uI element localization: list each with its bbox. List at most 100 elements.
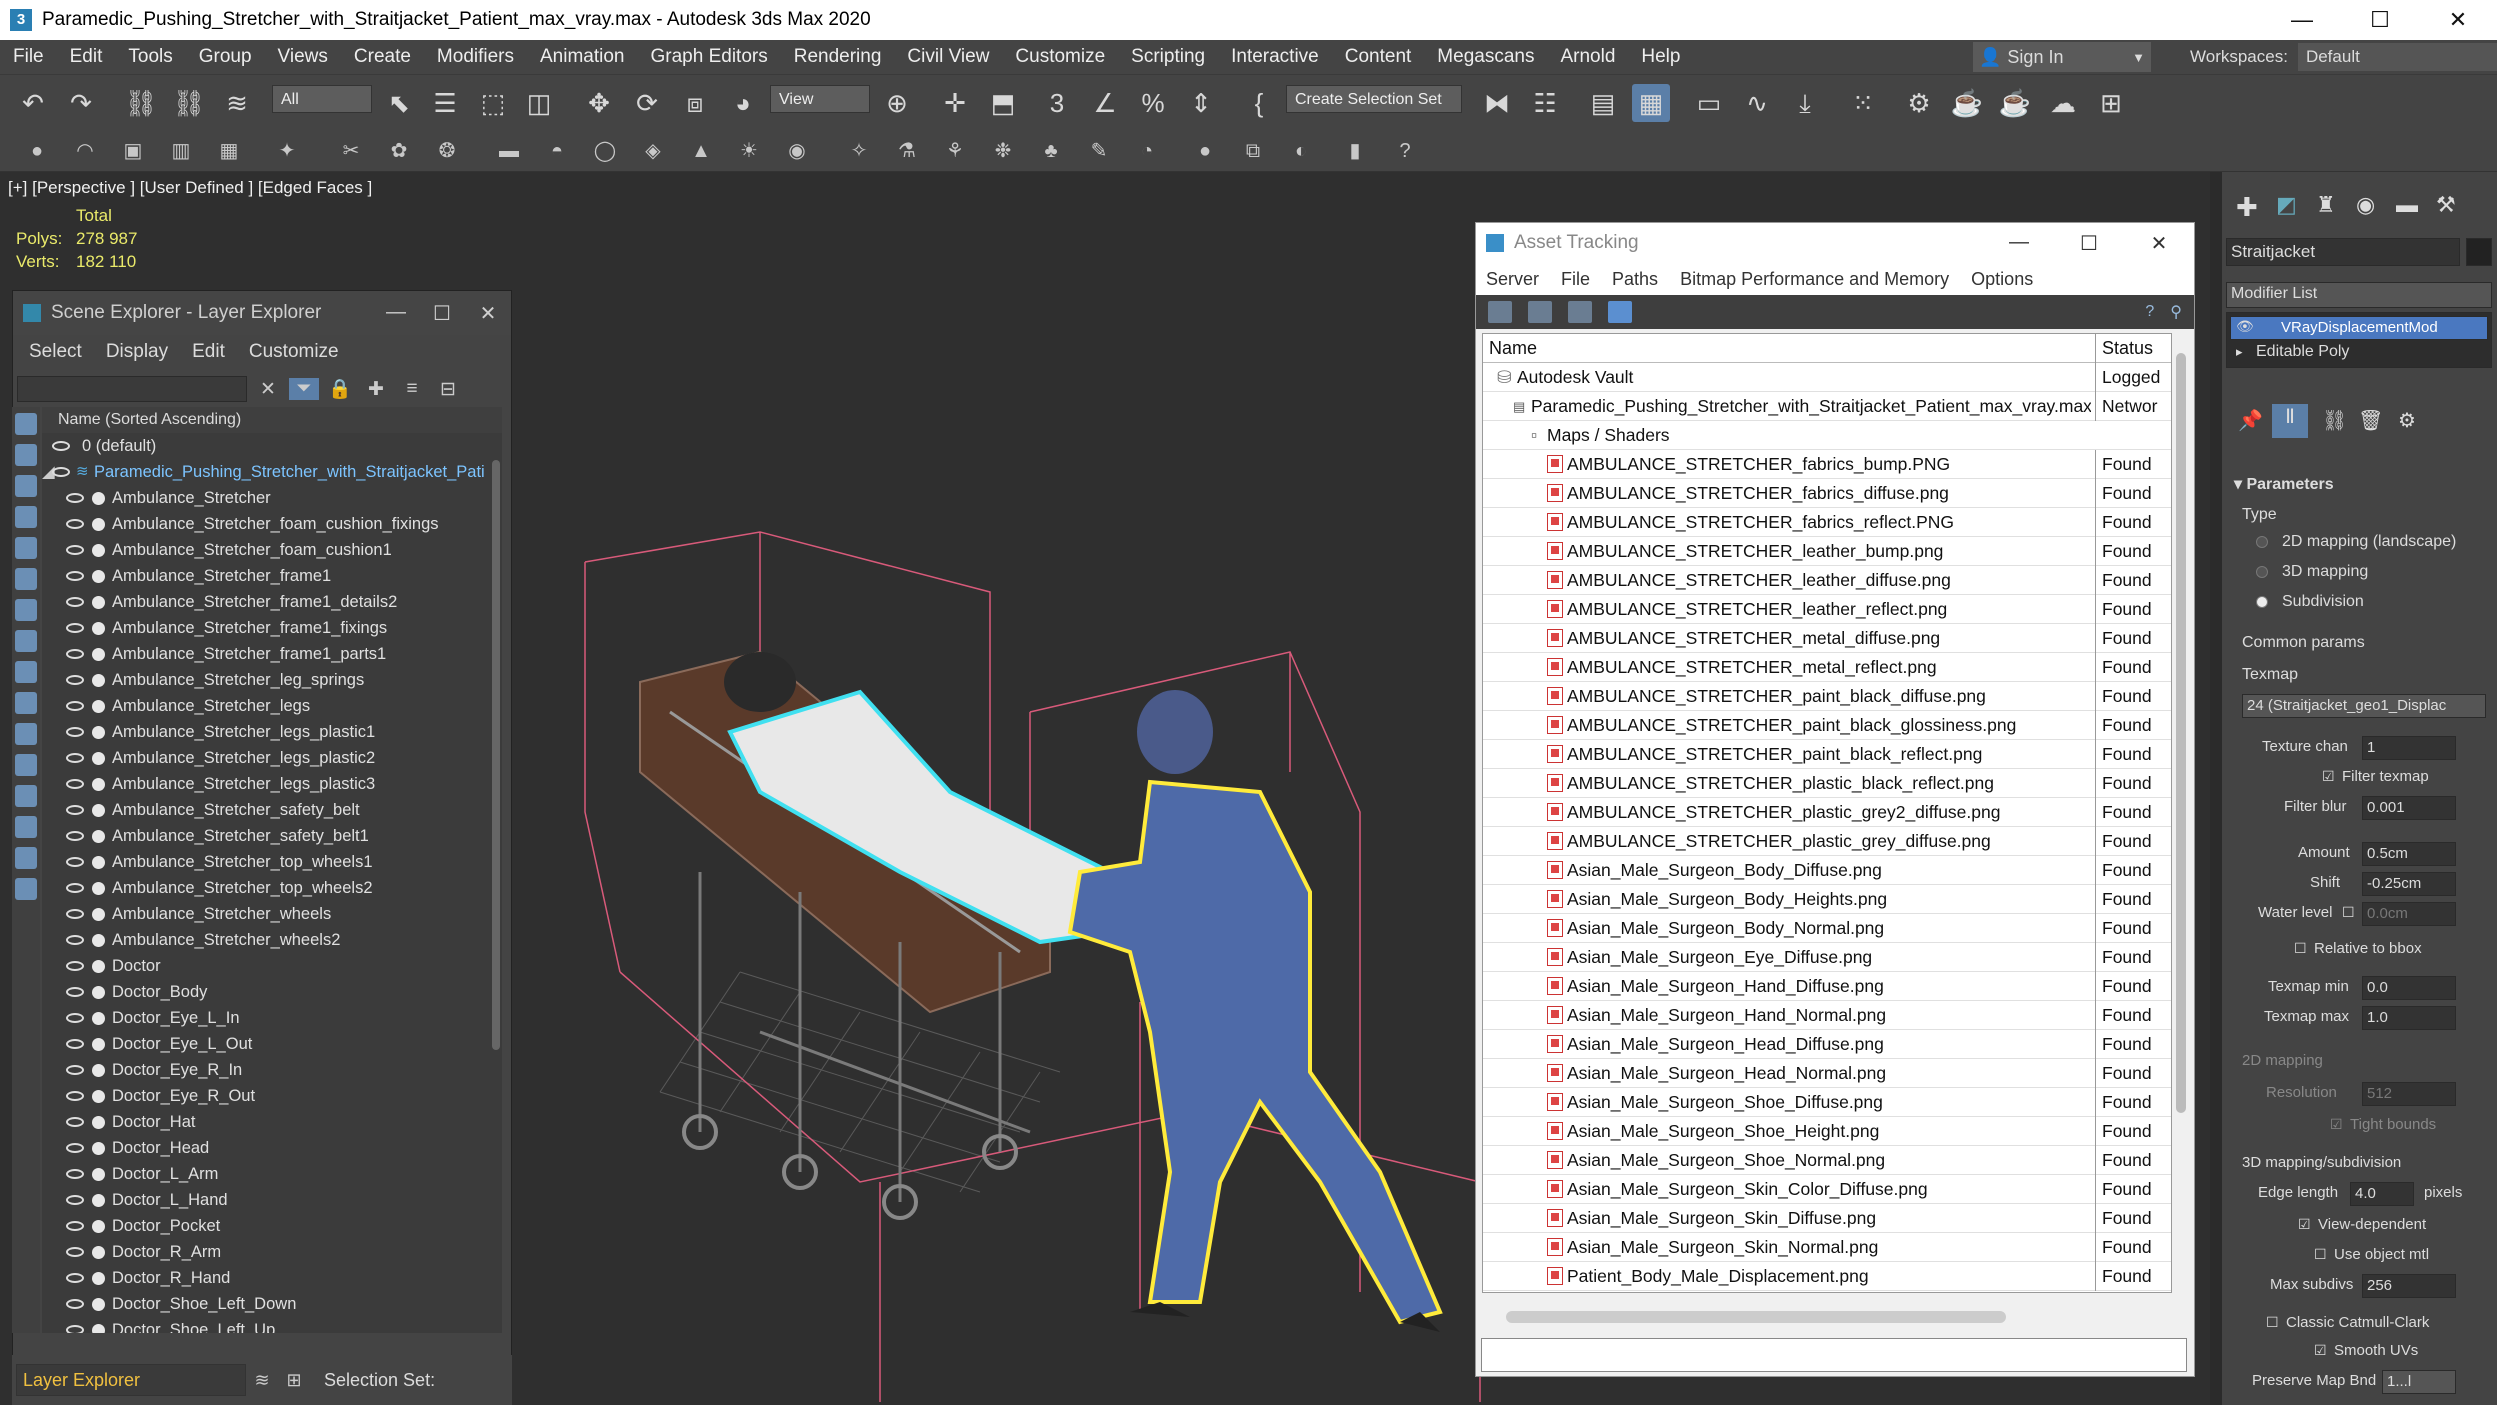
visibility-eye-icon[interactable]	[66, 753, 84, 763]
table-row[interactable]: AMBULANCE_STRETCHER_fabrics_diffuse.png F…	[1483, 479, 2171, 508]
menu-animation[interactable]: Animation	[527, 46, 638, 68]
texmap-button[interactable]: 24 (Straitjacket_geo1_Displac	[2242, 694, 2486, 718]
scatter-icon[interactable]: ❉	[988, 136, 1018, 166]
table-view-icon[interactable]	[1608, 301, 1632, 323]
table-row[interactable]: Asian_Male_Surgeon_Shoe_Height.png Found	[1483, 1117, 2171, 1146]
hierarchy-view-icon[interactable]: ⊞	[278, 1370, 310, 1391]
freeze-dot-icon[interactable]	[92, 1116, 105, 1129]
light-bulb-icon[interactable]: ✦	[272, 136, 302, 166]
filter-cameras-icon[interactable]	[15, 506, 37, 528]
visibility-eye-icon[interactable]	[66, 597, 84, 607]
viewport-label[interactable]: [+] [Perspective ] [User Defined ] [Edge…	[8, 178, 372, 198]
table-row[interactable]: AMBULANCE_STRETCHER_plastic_grey_diffuse…	[1483, 827, 2171, 856]
list-item[interactable]: Doctor_Pocket	[42, 1213, 502, 1239]
help-icon[interactable]: ?	[1390, 136, 1420, 166]
helpers-icon[interactable]: ▥	[166, 136, 196, 166]
list-item[interactable]: Ambulance_Stretcher_top_wheels1	[42, 849, 502, 875]
freeze-dot-icon[interactable]	[92, 778, 105, 791]
freeze-dot-icon[interactable]	[92, 700, 105, 713]
filter-frozen-icon[interactable]	[15, 723, 37, 745]
modify-tab-icon[interactable]: ◩	[2276, 192, 2297, 218]
select-object-icon[interactable]: ⬉	[380, 84, 418, 122]
water-level-checkbox[interactable]: ☐	[2342, 904, 2355, 921]
display-tab-icon[interactable]: ▬	[2396, 192, 2418, 218]
filter-icon[interactable]: ⏷	[289, 378, 319, 400]
minimize-icon[interactable]: —	[373, 301, 419, 326]
view-dependent-checkbox[interactable]: ☑	[2298, 1216, 2311, 1233]
stack-item-editable-poly[interactable]: Editable Poly	[2256, 343, 2349, 361]
a360-gallery-icon[interactable]: ⊞	[2092, 84, 2130, 122]
freeze-dot-icon[interactable]	[92, 1142, 105, 1155]
texture-chan-spinner[interactable]: 1	[2362, 736, 2456, 760]
ies-light-icon[interactable]: ◈	[638, 136, 668, 166]
minimize-button[interactable]: —	[2263, 0, 2341, 40]
bind-space-warp-icon[interactable]: ≋	[218, 84, 256, 122]
list-item[interactable]: Ambulance_Stretcher_legs_plastic3	[42, 771, 502, 797]
dome-light-icon[interactable]: ◓	[542, 136, 572, 166]
at-menu-bitmap-performance[interactable]: Bitmap Performance and Memory	[1680, 269, 1949, 290]
maximize-button[interactable]: ☐	[2341, 0, 2419, 40]
hierarchy-icon[interactable]: ⊟	[433, 378, 463, 401]
spinner-snap-icon[interactable]: ⇕	[1182, 84, 1220, 122]
filter-all-icon[interactable]	[15, 785, 37, 807]
create-selection-set-dropdown[interactable]: Create Selection Set	[1286, 85, 1462, 113]
list-item[interactable]: Doctor_Hat	[42, 1109, 502, 1135]
col-name-header[interactable]: Name	[1489, 334, 1537, 363]
water-level-spinner[interactable]: 0.0cm	[2362, 902, 2456, 926]
object-color-swatch[interactable]	[2466, 238, 2492, 266]
list-item[interactable]: Ambulance_Stretcher_frame1	[42, 563, 502, 589]
fur-icon[interactable]: ✿	[384, 136, 414, 166]
menu-megascans[interactable]: Megascans	[1424, 46, 1547, 68]
freeze-dot-icon[interactable]	[92, 518, 105, 531]
classic-catmull-checkbox[interactable]: ☐	[2266, 1314, 2279, 1331]
rendered-frame-window-icon[interactable]: ☕	[1948, 84, 1986, 122]
table-row[interactable]: AMBULANCE_STRETCHER_paint_black_glossine…	[1483, 711, 2171, 740]
help-icon[interactable]: ?	[2145, 303, 2154, 321]
freeze-dot-icon[interactable]	[92, 726, 105, 739]
visibility-eye-icon[interactable]	[66, 1325, 84, 1333]
snaps-toggle-icon[interactable]: 3	[1038, 84, 1076, 122]
menu-scripting[interactable]: Scripting	[1118, 46, 1218, 68]
preserve-map-dropdown[interactable]: 1...l	[2382, 1370, 2456, 1394]
rectangular-selection-icon[interactable]: ⬚	[474, 84, 512, 122]
menu-views[interactable]: Views	[265, 46, 341, 68]
maximize-icon[interactable]: ☐	[2054, 231, 2124, 256]
camera-icon[interactable]: ▣	[118, 136, 148, 166]
visibility-eye-icon[interactable]	[66, 1091, 84, 1101]
freeze-dot-icon[interactable]	[92, 882, 105, 895]
list-item[interactable]: Ambulance_Stretcher_leg_springs	[42, 667, 502, 693]
freeze-dot-icon[interactable]	[92, 622, 105, 635]
menu-group[interactable]: Group	[186, 46, 265, 68]
mirror-icon[interactable]: ⧓	[1478, 84, 1516, 122]
list-item[interactable]: Ambulance_Stretcher_frame1_details2	[42, 589, 502, 615]
filter-groups-icon[interactable]	[15, 599, 37, 621]
object-name-field[interactable]: Straitjacket	[2226, 238, 2460, 266]
layers-stack-icon[interactable]: ≡	[397, 378, 427, 400]
proxy-icon[interactable]: ❂	[432, 136, 462, 166]
layer-row-main[interactable]: ◢ ≋ Paramedic_Pushing_Stretcher_with_Str…	[42, 459, 502, 485]
list-item[interactable]: Doctor_Eye_R_Out	[42, 1083, 502, 1109]
freeze-dot-icon[interactable]	[92, 1168, 105, 1181]
table-row[interactable]: Asian_Male_Surgeon_Head_Diffuse.png Found	[1483, 1030, 2171, 1059]
menu-arnold[interactable]: Arnold	[1547, 46, 1628, 68]
freeze-dot-icon[interactable]	[92, 570, 105, 583]
material-editor-icon[interactable]: ⁙	[1844, 84, 1882, 122]
visibility-eye-icon[interactable]	[66, 1117, 84, 1127]
list-item[interactable]: Ambulance_Stretcher_legs	[42, 693, 502, 719]
plane-icon[interactable]: ▬	[494, 136, 524, 166]
visibility-eye-icon[interactable]	[52, 467, 70, 477]
stack-item-vray-displacement[interactable]: VRayDisplacementMod	[2230, 316, 2488, 340]
freeze-dot-icon[interactable]	[92, 934, 105, 947]
filter-bones-icon[interactable]	[15, 661, 37, 683]
grass-icon[interactable]: ♣	[1036, 136, 1066, 166]
table-row[interactable]: AMBULANCE_STRETCHER_leather_reflect.png F…	[1483, 595, 2171, 624]
smooth-uvs-checkbox[interactable]: ☑	[2314, 1342, 2327, 1359]
list-item[interactable]: Doctor_Head	[42, 1135, 502, 1161]
visibility-eye-icon[interactable]	[66, 1247, 84, 1257]
table-row[interactable]: ▤ Paramedic_Pushing_Stretcher_with_Strai…	[1483, 392, 2171, 421]
table-row[interactable]: AMBULANCE_STRETCHER_metal_diffuse.png Fou…	[1483, 624, 2171, 653]
filter-xrefs-icon[interactable]	[15, 630, 37, 652]
table-row[interactable]: ▫ Maps / Shaders	[1483, 421, 2171, 450]
visibility-eye-icon[interactable]	[66, 857, 84, 867]
sun-light-icon[interactable]: ▲	[686, 136, 716, 166]
